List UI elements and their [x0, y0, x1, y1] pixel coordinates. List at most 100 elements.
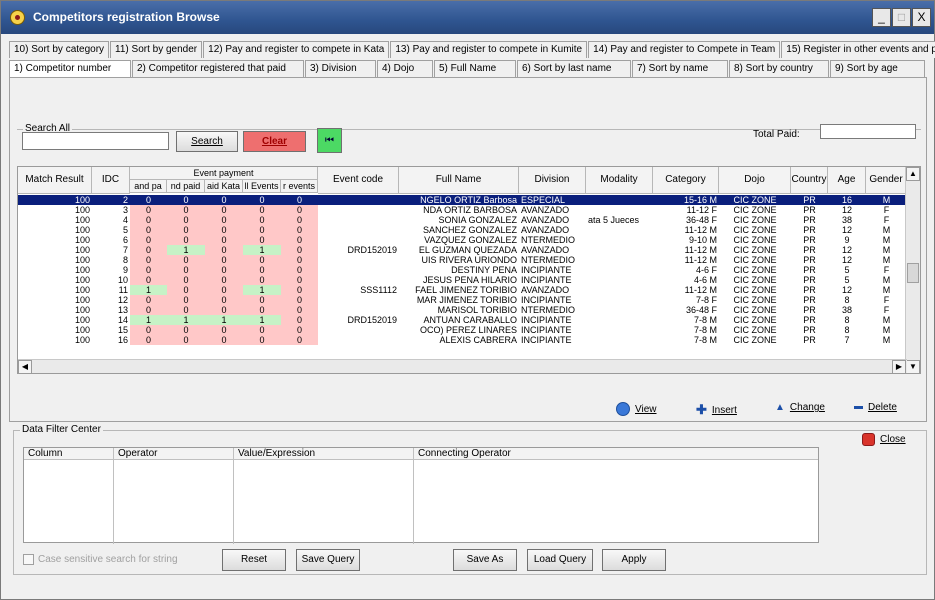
table-row[interactable]: 100 3 0 0 0 0 0 NDA ORTIZ BARBOSA AVANZADO 11-12 …: [18, 205, 907, 215]
scroll-up-icon[interactable]: ▲: [906, 167, 920, 181]
tab-row-2: 1) Competitor number 2) Competitor regis…: [9, 60, 926, 77]
table-row[interactable]: 100 4 0 0 0 0 0 SONIA GONZALEZ AVANZADO ata 5 Jue…: [18, 215, 907, 225]
cell-match-result: 100: [74, 265, 90, 275]
table-row[interactable]: 100 13 0 0 0 0 0 MARISOL TORIBIO NTERMEDIO 36-48 …: [18, 305, 907, 315]
cell-paid-2: 0: [167, 235, 205, 245]
cell-full-name: MARISOL TORIBIO: [437, 305, 517, 315]
header-modality[interactable]: Modality: [586, 167, 653, 194]
cell-gender: M: [866, 195, 907, 205]
filter-grid[interactable]: Column Operator Value/Expression Connect…: [23, 447, 819, 544]
cell-paid-2: 0: [167, 265, 205, 275]
scroll-left-icon[interactable]: ◀: [18, 360, 32, 373]
cell-paid-2: 0: [167, 215, 205, 225]
cell-event-code: [318, 275, 399, 285]
tab-registered-paid[interactable]: 2) Competitor registered that paid: [132, 60, 304, 77]
cell-event-code: [318, 295, 399, 305]
cell-paid-kata: 0: [205, 215, 243, 225]
cell-paid-1: 0: [130, 205, 167, 215]
table-row[interactable]: 100 11 1 0 0 1 0 SSS1112 FAEL JIMENEZ TORIBIO AVA…: [18, 285, 907, 295]
case-sensitive-checkbox[interactable]: Case sensitive search for string: [23, 554, 178, 565]
clear-button-label: Clear: [261, 136, 287, 147]
table-row[interactable]: 100 12 0 0 0 0 0 MAR JIMENEZ TORIBIO INCIPIANTE 7…: [18, 295, 907, 305]
tab-sort-by-gender[interactable]: 11) Sort by gender: [110, 41, 203, 58]
header-match-result[interactable]: Match Result: [18, 167, 92, 194]
scroll-down-icon[interactable]: ▼: [906, 360, 920, 373]
cell-modality: [586, 245, 653, 255]
tab-sort-name[interactable]: 7) Sort by name: [632, 60, 728, 77]
close-button[interactable]: Close: [862, 433, 906, 446]
search-button[interactable]: Search: [176, 131, 238, 152]
grid-vertical-scrollbar[interactable]: ▲ ▼: [905, 167, 920, 373]
cell-idc: 15: [117, 325, 128, 335]
cell-all-events: 0: [243, 265, 281, 275]
tab-dojo[interactable]: 4) Dojo: [377, 60, 433, 77]
tab-other-events[interactable]: 15) Register in other events and paid: [781, 41, 935, 58]
table-row[interactable]: 100 10 0 0 0 0 0 JESUS PENA HILARIO INCIPIANTE 4-…: [18, 275, 907, 285]
cell-modality: [586, 315, 653, 325]
cell-event-code: SSS1112: [360, 285, 397, 295]
close-window-button[interactable]: X: [912, 8, 931, 27]
table-row[interactable]: 100 7 0 1 0 1 0 DRD152019 EL GUZMAN QUEZADA AVANZ…: [18, 245, 907, 255]
cell-gender: F: [883, 305, 890, 315]
header-full-name[interactable]: Full Name: [399, 167, 519, 194]
header-gender[interactable]: Gender: [866, 167, 907, 194]
header-country[interactable]: Country: [791, 167, 828, 194]
view-button[interactable]: View: [616, 402, 657, 416]
cell-gender: F: [883, 295, 890, 305]
cell-dojo: CIC ZONE: [719, 195, 791, 205]
header-division[interactable]: Division: [519, 167, 586, 194]
header-idc[interactable]: IDC: [92, 167, 130, 194]
table-row[interactable]: 100 8 0 0 0 0 0 UIS RIVERA URIONDO NTERMEDIO 11-1…: [18, 255, 907, 265]
filter-col-column: Column: [24, 448, 114, 544]
first-record-button[interactable]: ⏮: [317, 128, 342, 153]
table-row[interactable]: 100 14 1 1 1 1 0 DRD152019 ANTUAN CARABALLO INCIP…: [18, 315, 907, 325]
maximize-button[interactable]: □: [892, 8, 911, 27]
tab-sort-age[interactable]: 9) Sort by age: [830, 60, 925, 77]
grid-horizontal-scrollbar[interactable]: ◀ ▶: [18, 359, 907, 373]
cell-paid-1: 0: [130, 215, 167, 225]
cell-modality: [586, 195, 653, 205]
change-button[interactable]: ▲ Change: [775, 402, 825, 413]
table-row[interactable]: 100 2 0 0 0 0 0 NGELO ORTIZ Barbosa ESPECIAL 15-1…: [18, 195, 907, 205]
load-query-button[interactable]: Load Query: [527, 549, 593, 571]
cell-match-result: 100: [74, 215, 90, 225]
insert-button[interactable]: ✚ Insert: [696, 402, 737, 418]
table-row[interactable]: 100 5 0 0 0 0 0 SANCHEZ GONZALEZ AVANZADO 11-12 M…: [18, 225, 907, 235]
vertical-scroll-thumb[interactable]: [907, 263, 919, 283]
save-query-button[interactable]: Save Query: [296, 549, 360, 571]
cell-country: PR: [803, 215, 816, 225]
table-row[interactable]: 100 6 0 0 0 0 0 VAZQUEZ GONZALEZ NTERMEDIO 9-10 M…: [18, 235, 907, 245]
cell-modality: [586, 225, 653, 235]
tab-sort-last-name[interactable]: 6) Sort by last name: [517, 60, 631, 77]
minimize-button[interactable]: _: [872, 8, 891, 27]
search-input[interactable]: [22, 132, 169, 150]
tab-sort-by-category[interactable]: 10) Sort by category: [9, 41, 110, 58]
tab-pay-team[interactable]: 14) Pay and register to Compete in Team: [588, 41, 781, 58]
tab-pay-kumite[interactable]: 13) Pay and register to compete in Kumit…: [390, 41, 588, 58]
header-event-payment[interactable]: Event payment: [130, 167, 318, 180]
cell-modality: [586, 275, 653, 285]
header-category[interactable]: Category: [653, 167, 719, 194]
tab-pay-kata[interactable]: 12) Pay and register to compete in Kata: [203, 41, 390, 58]
reset-button[interactable]: Reset: [222, 549, 286, 571]
header-event-code[interactable]: Event code: [318, 167, 399, 194]
cell-paid-2: 1: [167, 245, 205, 255]
cell-category: 11-12 F: [686, 205, 717, 215]
cell-paid-1: 0: [130, 255, 167, 265]
tab-full-name[interactable]: 5) Full Name: [434, 60, 516, 77]
clear-button[interactable]: Clear: [243, 131, 306, 152]
table-row[interactable]: 100 16 0 0 0 0 0 ALEXIS CABRERA INCIPIANTE 7-8 MC…: [18, 335, 907, 345]
table-row[interactable]: 100 9 0 0 0 0 0 DESTINY PENA INCIPIANTE 4-6 F CIC …: [18, 265, 907, 275]
tab-division[interactable]: 3) Division: [305, 60, 376, 77]
tab-competitor-number[interactable]: 1) Competitor number: [9, 60, 131, 77]
scroll-right-icon[interactable]: ▶: [892, 360, 906, 373]
table-row[interactable]: 100 15 0 0 0 0 0 OCO) PEREZ LINARES INCIPIANTE 7-…: [18, 325, 907, 335]
header-age[interactable]: Age: [828, 167, 866, 194]
apply-button[interactable]: Apply: [602, 549, 666, 571]
cell-paid-kata: 0: [205, 325, 243, 335]
checkbox-box[interactable]: [23, 554, 34, 565]
header-dojo[interactable]: Dojo: [719, 167, 791, 194]
tab-sort-country[interactable]: 8) Sort by country: [729, 60, 829, 77]
delete-button[interactable]: Delete: [854, 402, 897, 413]
save-as-button[interactable]: Save As: [453, 549, 517, 571]
